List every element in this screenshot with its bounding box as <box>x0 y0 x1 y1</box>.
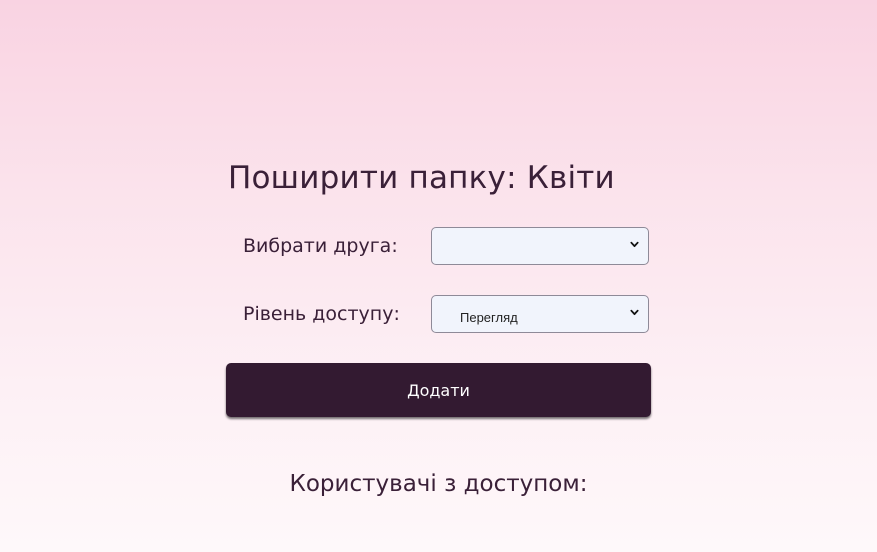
access-select[interactable]: Перегляд <box>431 295 649 333</box>
friend-label: Вибрати друга: <box>243 235 398 257</box>
page-title: Поширити папку: Квіти <box>228 160 615 196</box>
access-row: Рівень доступу: Перегляд <box>227 295 651 335</box>
access-select-value: Перегляд <box>460 310 518 325</box>
add-button[interactable]: Додати <box>226 363 651 417</box>
friend-select[interactable] <box>431 227 649 265</box>
chevron-down-icon <box>630 309 639 316</box>
users-with-access-heading: Користувачі з доступом: <box>289 471 588 497</box>
friend-row: Вибрати друга: <box>227 227 651 267</box>
chevron-down-icon <box>630 241 639 248</box>
access-label: Рівень доступу: <box>243 303 400 325</box>
